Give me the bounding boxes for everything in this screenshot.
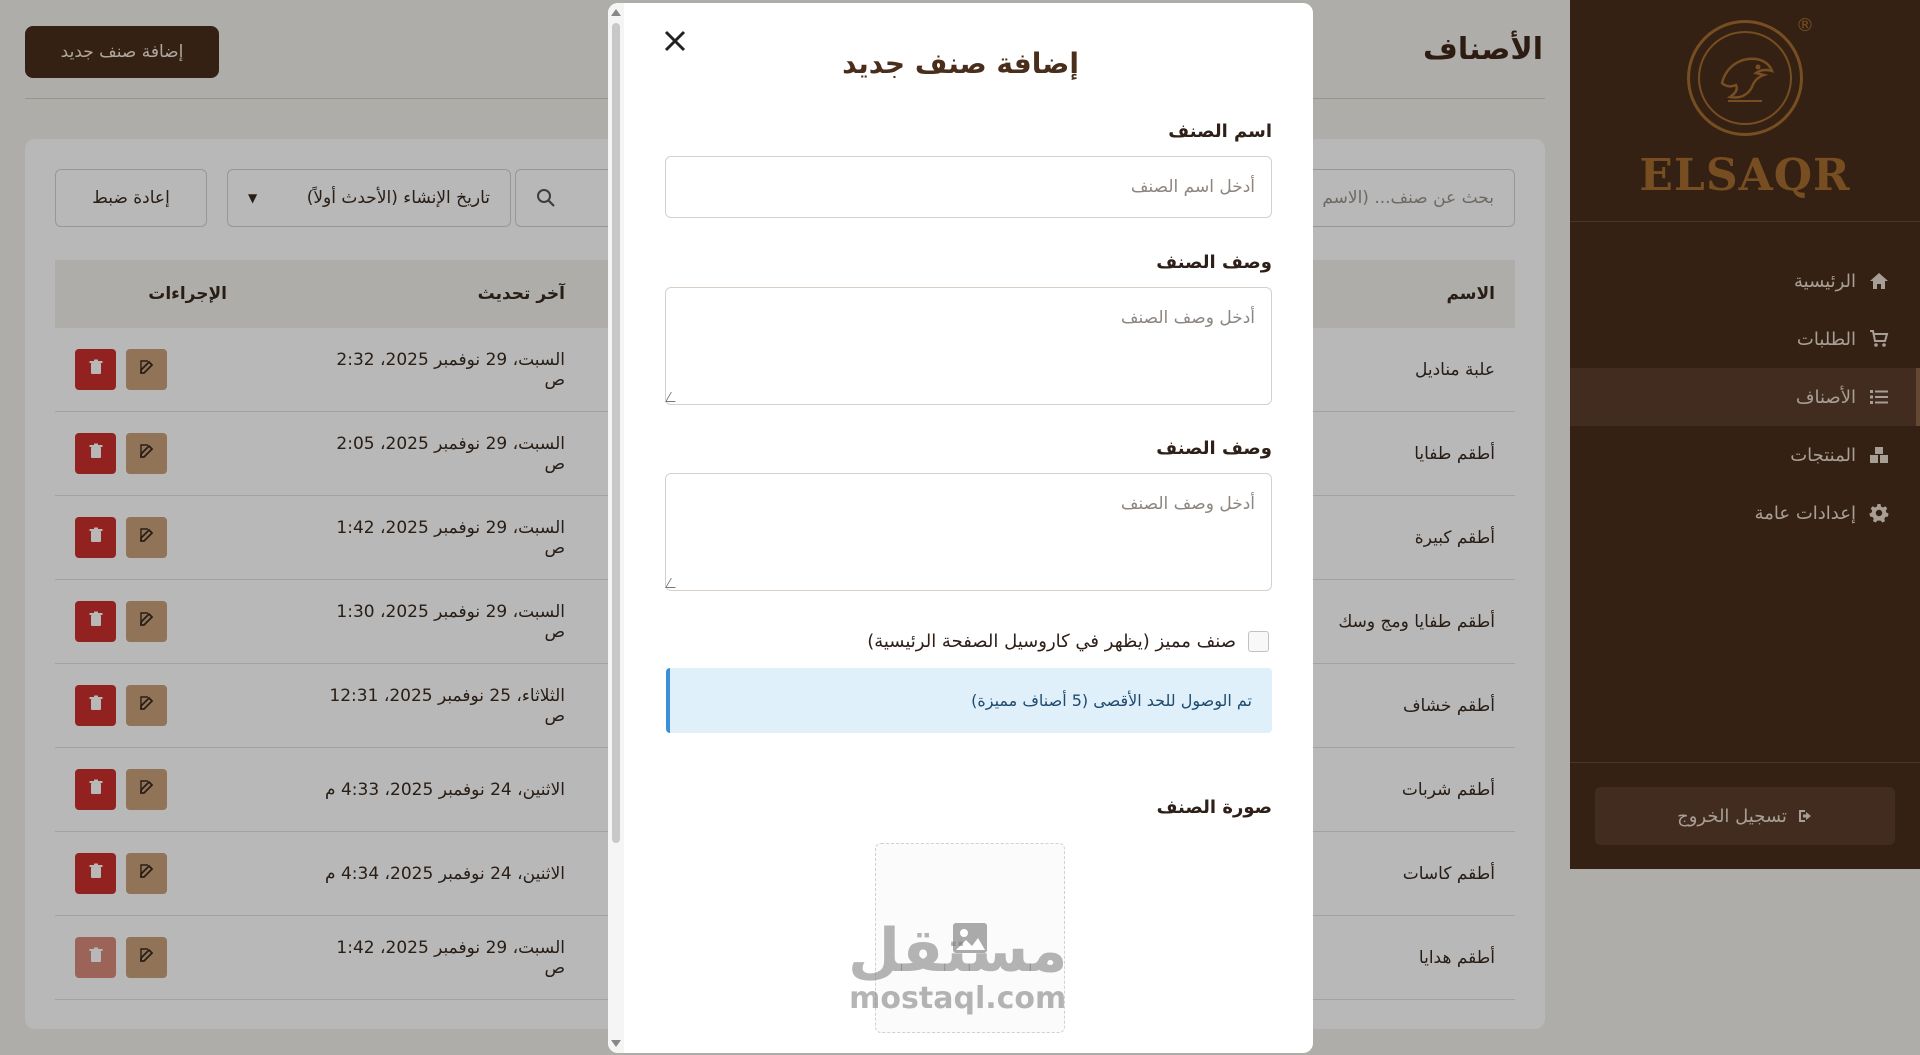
name-label: اسم الصنف bbox=[1168, 121, 1272, 142]
description-2-textarea[interactable]: أدخل وصف الصنف bbox=[665, 473, 1272, 591]
featured-label: صنف مميز (يظهر في كاروسيل الصفحة الرئيسي… bbox=[867, 631, 1236, 652]
resize-handle-icon[interactable] bbox=[665, 578, 681, 588]
image-label: صورة الصنف bbox=[1156, 797, 1272, 818]
description-2-label: وصف الصنف bbox=[1156, 438, 1272, 459]
description-placeholder: أدخل وصف الصنف bbox=[1120, 308, 1255, 328]
scroll-thumb[interactable] bbox=[612, 23, 620, 843]
name-placeholder: أدخل اسم الصنف bbox=[1130, 177, 1255, 197]
scroll-up-arrow-icon[interactable] bbox=[611, 9, 621, 16]
scroll-down-arrow-icon[interactable] bbox=[611, 1040, 621, 1047]
featured-limit-alert: تم الوصول للحد الأقصى (5 أصناف مميزة) bbox=[666, 668, 1272, 733]
add-category-modal: إضافة صنف جديد اسم الصنف أدخل اسم الصنف … bbox=[608, 3, 1313, 1053]
description-textarea[interactable]: أدخل وصف الصنف bbox=[665, 287, 1272, 405]
category-name-input[interactable]: أدخل اسم الصنف bbox=[665, 156, 1272, 218]
watermark: مستقل mostaql.com bbox=[848, 921, 1067, 1016]
watermark-latin: mostaql.com bbox=[849, 981, 1067, 1016]
alert-text: تم الوصول للحد الأقصى (5 أصناف مميزة) bbox=[971, 691, 1252, 710]
description-label: وصف الصنف bbox=[1156, 252, 1272, 273]
resize-handle-icon[interactable] bbox=[665, 392, 681, 402]
featured-checkbox[interactable] bbox=[1248, 631, 1269, 652]
modal-scrollbar[interactable] bbox=[608, 3, 624, 1053]
featured-row: صنف مميز (يظهر في كاروسيل الصفحة الرئيسي… bbox=[867, 631, 1269, 652]
modal-title: إضافة صنف جديد bbox=[842, 47, 1079, 80]
description-2-placeholder: أدخل وصف الصنف bbox=[1120, 494, 1255, 514]
watermark-arabic: مستقل bbox=[848, 916, 1068, 986]
